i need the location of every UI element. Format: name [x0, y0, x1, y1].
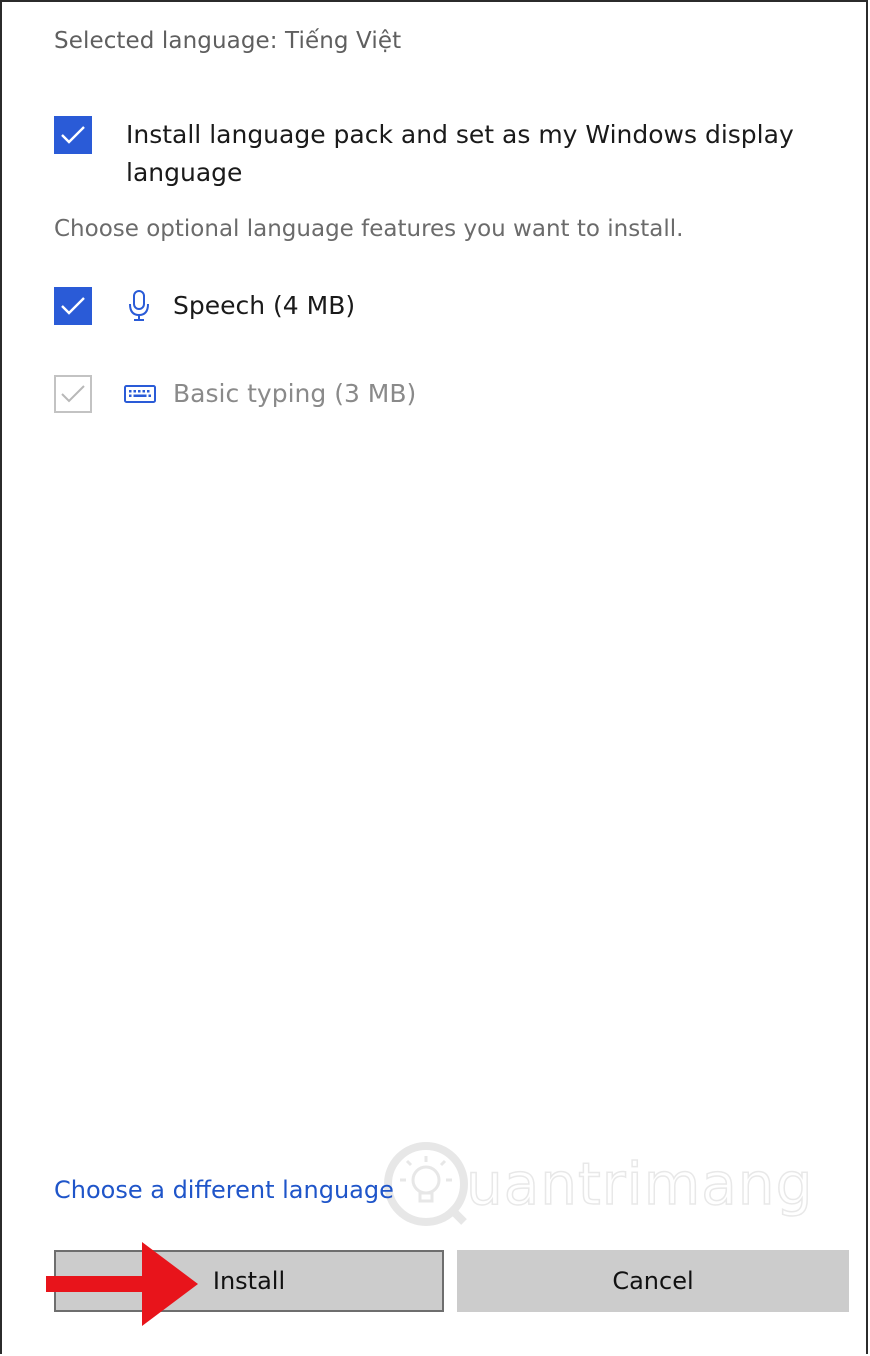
display-language-label-line1: Install language pack and set as my Wind…: [126, 120, 794, 149]
checkmark-icon: [61, 385, 85, 403]
red-arrow-annotation-icon: [46, 1242, 198, 1326]
optional-features-helper-text: Choose optional language features you wa…: [54, 216, 684, 242]
language-install-dialog: Selected language: Tiếng Việt Install la…: [0, 0, 868, 1354]
watermark-text: uantrimang: [465, 1149, 814, 1219]
selected-language-text: Selected language: Tiếng Việt: [54, 28, 402, 54]
choose-different-language-link[interactable]: Choose a different language: [54, 1176, 394, 1204]
checkmark-icon: [61, 126, 85, 144]
checkmark-icon: [61, 297, 85, 315]
basic-typing-checkbox: [54, 375, 92, 413]
microphone-icon: [126, 287, 152, 325]
keyboard-icon: [124, 375, 156, 413]
basic-typing-label: Basic typing (3 MB): [173, 379, 417, 408]
cancel-button[interactable]: Cancel: [457, 1250, 849, 1312]
quantrimang-watermark: uantrimang: [380, 1138, 813, 1230]
display-language-label-line2: language: [126, 158, 243, 187]
speech-label: Speech (4 MB): [173, 291, 356, 320]
display-language-checkbox[interactable]: [54, 116, 92, 154]
speech-checkbox[interactable]: [54, 287, 92, 325]
